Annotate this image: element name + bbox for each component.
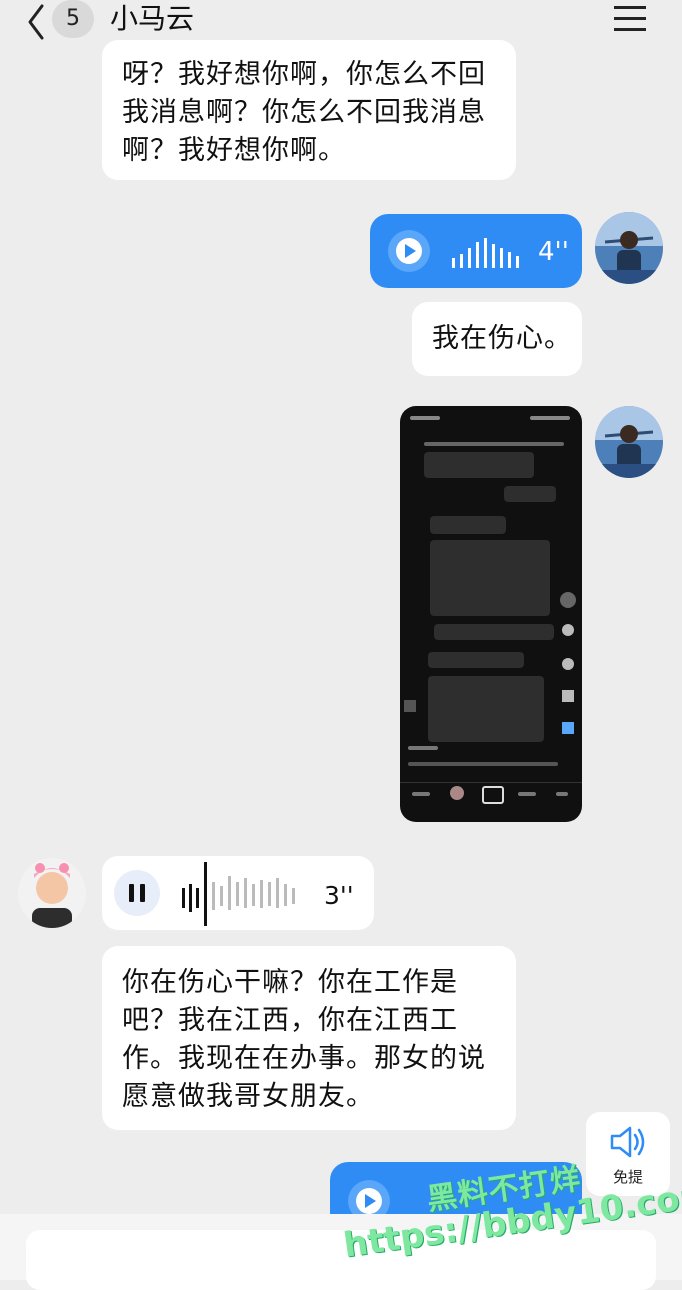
message-bubble-received[interactable]: 你在伤心干嘛？你在工作是 吧？我在江西，你在江西工 作。我现在在办事。那女的说 … [102, 946, 516, 1130]
voice-duration: 4'' [538, 237, 569, 267]
voice-message-received[interactable]: 3'' [102, 856, 374, 930]
message-text: 我在伤心。 [432, 323, 572, 354]
voice-message-sent[interactable]: 4'' [370, 214, 582, 288]
waveform-icon [182, 862, 295, 926]
watermark: 黑料不打烊 https://bbdy10.com [336, 1160, 682, 1270]
waveform-icon [452, 238, 519, 268]
speaker-icon [610, 1126, 645, 1158]
my-avatar[interactable] [595, 406, 663, 478]
message-line: 愿意做我哥女朋友。 [122, 1081, 374, 1112]
message-line: 吧？我在江西，你在江西工 [122, 1005, 458, 1036]
contact-avatar[interactable] [18, 858, 86, 928]
message-line: 啊？我好想你啊。 [122, 135, 346, 166]
message-bubble-received[interactable]: 呀？我好想你啊，你怎么不回 我消息啊？你怎么不回我消息 啊？我好想你啊。 [102, 40, 516, 180]
message-bubble-sent[interactable]: 我在伤心。 [412, 302, 582, 376]
screenshot-image-message[interactable] [400, 406, 582, 822]
message-line: 我消息啊？你怎么不回我消息 [122, 97, 486, 128]
message-line: 呀？我好想你啊，你怎么不回 [122, 59, 486, 90]
pause-icon[interactable] [114, 870, 160, 916]
play-icon[interactable] [388, 230, 430, 272]
my-avatar[interactable] [595, 212, 663, 284]
chat-title: 小马云 [110, 2, 195, 35]
message-line: 作。我现在在办事。那女的说 [122, 1043, 486, 1074]
menu-icon[interactable] [610, 2, 650, 36]
message-line: 你在伤心干嘛？你在工作是 [122, 967, 458, 998]
unread-count-badge[interactable]: 5 [52, 0, 94, 38]
voice-duration: 3'' [324, 881, 354, 910]
